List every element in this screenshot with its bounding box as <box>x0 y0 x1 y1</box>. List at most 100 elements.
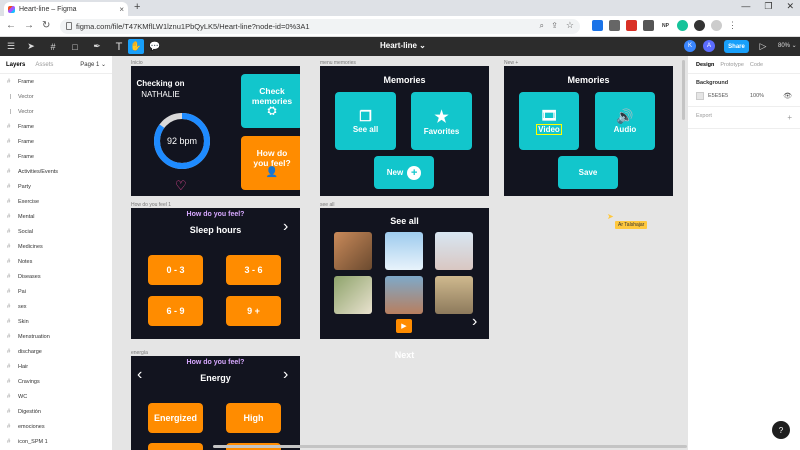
eye-visibility-icon[interactable]: 👁 <box>783 92 792 100</box>
favorites-button[interactable]: ★ Favorites <box>411 92 472 150</box>
frame-energy[interactable]: How do you feel? Energy ‹ › Energized Hi… <box>131 356 300 450</box>
sleep-option[interactable]: 9 + <box>226 296 281 326</box>
layer-item[interactable]: Mental <box>0 209 112 224</box>
sleep-option[interactable]: 6 - 9 <box>148 296 203 326</box>
energy-option[interactable]: Energized <box>148 403 203 433</box>
tab-prototype[interactable]: Prototype <box>720 62 744 68</box>
shape-tool-icon[interactable]: □ <box>68 40 82 53</box>
layer-item[interactable]: Digestión <box>0 404 112 419</box>
next-button[interactable]: Next <box>320 350 489 360</box>
layer-item[interactable]: Social <box>0 224 112 239</box>
reload-icon[interactable]: ↻ <box>42 20 50 31</box>
close-window-icon[interactable]: ✕ <box>786 1 794 12</box>
maximize-icon[interactable]: ❐ <box>764 1 772 12</box>
layer-item[interactable]: Notes <box>0 254 112 269</box>
page-selector[interactable]: Page 1 ⌄ <box>80 61 106 68</box>
tab-code[interactable]: Code <box>750 62 763 68</box>
save-button[interactable]: Save <box>558 156 618 189</box>
file-title[interactable]: Heart-line ⌄ <box>380 41 426 50</box>
help-button[interactable]: ? <box>772 421 790 439</box>
frame-inicio[interactable]: Checking on NATHALIE 92 bpm ♡ Check memo… <box>131 66 300 196</box>
search-icon[interactable]: ⌕ <box>540 21 544 31</box>
new-memory-button[interactable]: New + <box>374 156 434 189</box>
bookmark-star-icon[interactable]: ☆ <box>566 20 574 31</box>
layer-item[interactable]: Frame <box>0 119 112 134</box>
layer-item[interactable]: Vector <box>0 89 112 104</box>
background-hex[interactable]: E5E5E5 <box>708 93 746 99</box>
back-icon[interactable]: ← <box>6 20 16 31</box>
extension-2-icon[interactable] <box>609 20 620 31</box>
new-tab-button[interactable]: + <box>134 1 140 13</box>
prev-arrow-icon[interactable]: ‹ <box>137 366 142 384</box>
layer-item[interactable]: Exercise <box>0 194 112 209</box>
move-tool-icon[interactable]: ➤ <box>24 40 38 53</box>
present-play-icon[interactable]: ▷ <box>756 40 770 53</box>
layer-item[interactable]: Cravings <box>0 374 112 389</box>
layer-item[interactable]: Activities/Events <box>0 164 112 179</box>
background-fill-row[interactable]: E5E5E5 100% 👁 <box>696 92 792 100</box>
hand-tool-icon[interactable]: ✋ <box>128 39 144 54</box>
sleep-option[interactable]: 0 - 3 <box>148 255 203 285</box>
comment-tool-icon[interactable]: 💬 <box>148 40 162 53</box>
frame-tool-icon[interactable]: # <box>46 40 60 53</box>
layer-item[interactable]: Frame <box>0 149 112 164</box>
zoom-level[interactable]: 80% ⌄ <box>778 42 797 49</box>
layer-item[interactable]: Pai <box>0 284 112 299</box>
tab-layers[interactable]: Layers <box>6 62 25 68</box>
browser-menu-icon[interactable]: ⋮ <box>728 20 737 31</box>
main-menu-icon[interactable]: ☰ <box>4 40 18 53</box>
np-extension-icon[interactable]: NP <box>660 20 671 31</box>
layer-item[interactable]: icon_SPM 1 <box>0 434 112 449</box>
energy-option-partial[interactable] <box>148 443 203 450</box>
layer-item[interactable]: emociones <box>0 419 112 434</box>
layer-item[interactable]: sex <box>0 299 112 314</box>
share-page-icon[interactable]: ⇪ <box>551 21 558 30</box>
audio-button[interactable]: 🔊 Audio <box>595 92 655 150</box>
layer-item[interactable]: WC <box>0 389 112 404</box>
sleep-option[interactable]: 3 - 6 <box>226 255 281 285</box>
layer-item[interactable]: discharge <box>0 344 112 359</box>
photo-thumbnail[interactable] <box>435 232 473 270</box>
vertical-scrollbar[interactable] <box>682 60 685 120</box>
frame-sleep-hours[interactable]: How do you feel? Sleep hours › 0 - 3 3 -… <box>131 208 300 339</box>
layer-item[interactable]: Party <box>0 179 112 194</box>
play-icon[interactable]: ▶ <box>396 319 412 333</box>
photo-thumbnail[interactable] <box>334 276 372 314</box>
energy-option[interactable]: High <box>226 403 281 433</box>
frame-menu-memories[interactable]: Memories ❐ See all ★ Favorites New + <box>320 66 489 196</box>
how-do-you-feel-button[interactable]: How do you feel? 👤 <box>241 136 300 190</box>
extension-1-icon[interactable] <box>592 20 603 31</box>
minimize-icon[interactable]: — <box>741 1 750 12</box>
pen-tool-icon[interactable]: ✒ <box>90 40 104 53</box>
next-arrow-icon[interactable]: › <box>283 218 288 236</box>
share-button[interactable]: Share <box>724 40 749 53</box>
photo-thumbnail[interactable] <box>385 232 423 270</box>
horizontal-scrollbar[interactable] <box>213 445 687 448</box>
profile-avatar-icon[interactable] <box>711 20 722 31</box>
layer-item[interactable]: Hair <box>0 359 112 374</box>
layer-item[interactable]: Frame <box>0 74 112 89</box>
extension-7-icon[interactable] <box>694 20 705 31</box>
grammarly-icon[interactable] <box>677 20 688 31</box>
video-button[interactable]: 🎞 Video <box>519 92 579 150</box>
forward-icon[interactable]: → <box>24 20 34 31</box>
next-arrow-icon[interactable]: › <box>472 313 477 331</box>
design-canvas[interactable]: Inicio Checking on NATHALIE 92 bpm ♡ Che… <box>113 56 687 450</box>
collaborator-avatar[interactable]: K <box>684 40 696 52</box>
layer-item[interactable]: Medicines <box>0 239 112 254</box>
browser-tab[interactable]: Heart-line – Figma × <box>4 2 128 16</box>
frame-new[interactable]: Memories 🎞 Video 🔊 Audio Save <box>504 66 673 196</box>
next-arrow-icon[interactable]: › <box>283 366 288 384</box>
layer-item[interactable]: Menstruation <box>0 329 112 344</box>
text-tool-icon[interactable]: T <box>112 40 126 53</box>
pdf-extension-icon[interactable] <box>626 20 637 31</box>
extension-4-icon[interactable] <box>643 20 654 31</box>
user-avatar[interactable]: A <box>703 40 715 52</box>
photo-thumbnail[interactable] <box>385 276 423 314</box>
check-memories-button[interactable]: Check memories ⛭ <box>241 74 300 128</box>
photo-thumbnail[interactable] <box>435 276 473 314</box>
see-all-button[interactable]: ❐ See all <box>335 92 396 150</box>
add-export-icon[interactable]: + <box>787 113 792 122</box>
address-bar[interactable]: figma.com/file/T47KMflLW1lznu1PbQyLK5/He… <box>60 19 580 34</box>
color-swatch[interactable] <box>696 92 704 100</box>
